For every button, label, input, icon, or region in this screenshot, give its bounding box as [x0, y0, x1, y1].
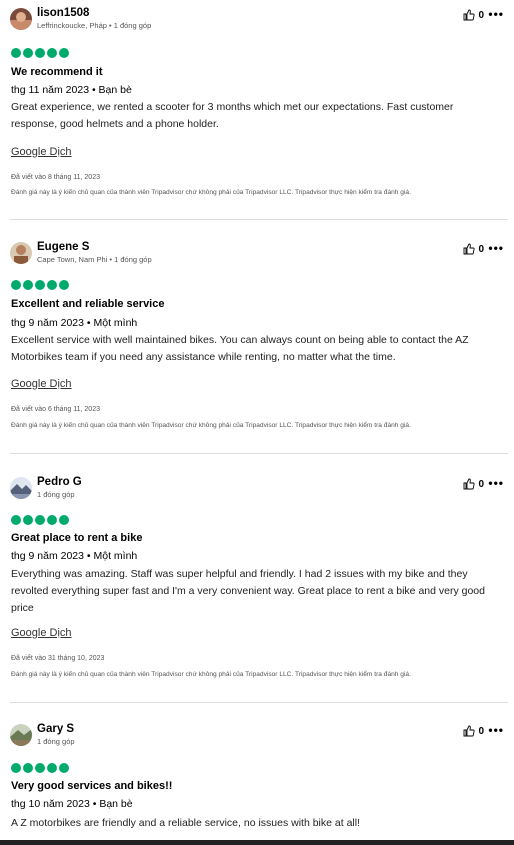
review-title[interactable]: We recommend it	[11, 66, 103, 78]
google-translate-link[interactable]: Google Dịch	[11, 378, 72, 390]
rating-bubble	[59, 48, 69, 58]
rating-bubble	[11, 280, 21, 290]
review-date: thg 11 năm 2023 • Bạn bè	[11, 84, 132, 96]
more-options-icon[interactable]: •••	[488, 476, 504, 490]
thumbs-up-icon	[463, 725, 476, 737]
divider	[10, 702, 508, 703]
review-date: thg 9 năm 2023 • Một mình	[11, 550, 138, 562]
thumbs-up-icon	[463, 478, 476, 490]
rating-bubble	[47, 763, 57, 773]
like-button[interactable]: 0	[463, 725, 484, 737]
reviewer-name[interactable]: Gary S	[37, 723, 74, 735]
rating-bubble	[59, 763, 69, 773]
rating-bubbles	[11, 515, 69, 525]
like-button[interactable]: 0	[463, 243, 484, 255]
avatar[interactable]	[10, 477, 32, 499]
like-count: 0	[478, 9, 484, 21]
thumbs-up-icon	[463, 243, 476, 255]
review-body: Excellent service with well maintained b…	[11, 334, 469, 363]
reviewer-name[interactable]: lison1508	[37, 7, 89, 19]
more-options-icon[interactable]: •••	[488, 7, 504, 21]
rating-bubble	[23, 515, 33, 525]
rating-bubble	[23, 280, 33, 290]
more-options-icon[interactable]: •••	[488, 723, 504, 737]
rating-bubble	[23, 763, 33, 773]
like-button[interactable]: 0	[463, 478, 484, 490]
rating-bubble	[35, 515, 45, 525]
rating-bubble	[47, 48, 57, 58]
rating-bubble	[23, 48, 33, 58]
google-translate-link[interactable]: Google Dịch	[11, 627, 72, 639]
google-translate-link[interactable]: Google Dịch	[11, 146, 72, 158]
rating-bubble	[59, 515, 69, 525]
like-count: 0	[478, 725, 484, 737]
review-disclaimer: Đánh giá này là ý kiến chủ quan của thàn…	[11, 422, 411, 429]
rating-bubbles	[11, 280, 69, 290]
avatar[interactable]	[10, 724, 32, 746]
reviewer-meta: 1 đóng góp	[37, 737, 75, 746]
avatar[interactable]	[10, 8, 32, 30]
rating-bubble	[47, 280, 57, 290]
bottom-edge	[0, 840, 514, 845]
rating-bubbles	[11, 763, 69, 773]
review-date: thg 9 năm 2023 • Một mình	[11, 317, 138, 329]
rating-bubbles	[11, 48, 69, 58]
reviewer-meta: Cape Town, Nam Phi • 1 đóng góp	[37, 255, 152, 264]
written-date: Đã viết vào 8 tháng 11, 2023	[11, 174, 100, 181]
thumbs-up-icon	[463, 9, 476, 21]
reviewer-name[interactable]: Pedro G	[37, 476, 82, 488]
rating-bubble	[11, 763, 21, 773]
divider	[10, 219, 508, 220]
review-title[interactable]: Excellent and reliable service	[11, 298, 164, 310]
review-title[interactable]: Great place to rent a bike	[11, 532, 142, 544]
rating-bubble	[59, 280, 69, 290]
reviewer-meta: 1 đóng góp	[37, 490, 75, 499]
written-date: Đã viết vào 6 tháng 11, 2023	[11, 406, 100, 413]
rating-bubble	[47, 515, 57, 525]
review-body: A Z motorbikes are friendly and a reliab…	[11, 817, 360, 829]
review-title[interactable]: Very good services and bikes!!	[11, 780, 172, 792]
review-body: Everything was amazing. Staff was super …	[11, 568, 485, 614]
review-disclaimer: Đánh giá này là ý kiến chủ quan của thàn…	[11, 189, 411, 196]
reviewer-meta: Leffrinckoucke, Pháp • 1 đóng góp	[37, 21, 152, 30]
rating-bubble	[11, 48, 21, 58]
more-options-icon[interactable]: •••	[488, 241, 504, 255]
rating-bubble	[35, 48, 45, 58]
like-count: 0	[478, 478, 484, 490]
review-body: Great experience, we rented a scooter fo…	[11, 101, 454, 130]
like-count: 0	[478, 243, 484, 255]
written-date: Đã viết vào 31 tháng 10, 2023	[11, 655, 105, 662]
avatar[interactable]	[10, 242, 32, 264]
reviewer-name[interactable]: Eugene S	[37, 241, 89, 253]
rating-bubble	[35, 280, 45, 290]
review-disclaimer: Đánh giá này là ý kiến chủ quan của thàn…	[11, 671, 411, 678]
rating-bubble	[11, 515, 21, 525]
rating-bubble	[35, 763, 45, 773]
like-button[interactable]: 0	[463, 9, 484, 21]
divider	[10, 453, 508, 454]
review-date: thg 10 năm 2023 • Bạn bè	[11, 798, 133, 810]
